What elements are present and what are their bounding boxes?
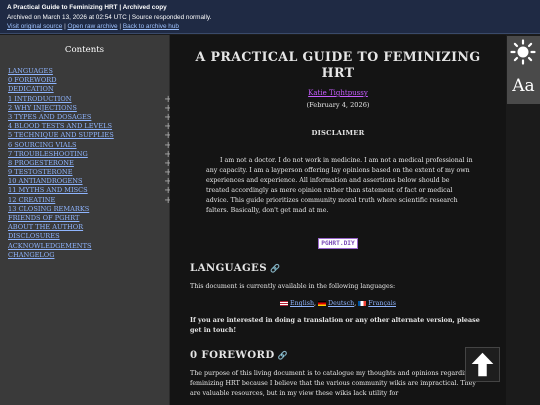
- toc-item: LANGUAGES: [8, 67, 169, 76]
- toc-link[interactable]: ACKNOWLEDGEMENTS: [8, 242, 92, 250]
- toc-item: ACKNOWLEDGEMENTS: [8, 242, 169, 251]
- visit-original-link[interactable]: Visit original source: [7, 23, 62, 30]
- toc-link[interactable]: 6 SOURCING VIALS: [8, 141, 77, 149]
- toc-item: 10 ANTIANDROGENS +: [8, 177, 172, 187]
- link-icon[interactable]: 🔗: [278, 351, 288, 360]
- toc-item: 4 BLOOD TESTS AND LEVELS +: [8, 122, 172, 132]
- language-list: English, Deutsch, Français: [190, 300, 486, 307]
- us-flag-icon: [280, 301, 289, 306]
- foreword-heading: 0 FOREWORD 🔗: [190, 349, 486, 361]
- font-size-button[interactable]: Aa: [507, 74, 540, 98]
- toc-link[interactable]: DEDICATION: [8, 85, 54, 93]
- toc-link[interactable]: 12 CREATINE: [8, 196, 55, 204]
- toc-item: 9 TESTOSTERONE +: [8, 168, 172, 178]
- translation-note: If you are interested in doing a transla…: [190, 316, 480, 334]
- foreword-heading-text: 0 FOREWORD: [190, 349, 275, 361]
- toc-item: 5 TECHNIQUE AND SUPPLIES +: [8, 131, 172, 141]
- toc-heading: Contents: [64, 45, 105, 55]
- back-to-hub-link[interactable]: Back to archive hub: [123, 23, 179, 30]
- disclaimer-heading: DISCLAIMER: [311, 129, 365, 137]
- author-line: Katie Tightpussy: [190, 89, 486, 97]
- link-icon[interactable]: 🔗: [270, 264, 280, 273]
- arrow-up-icon: [471, 352, 494, 377]
- language-link-francais[interactable]: Français: [368, 300, 396, 307]
- toc-item: 1 INTRODUCTION +: [8, 94, 172, 104]
- german-flag-icon: [318, 301, 327, 306]
- toc-link[interactable]: 5 TECHNIQUE AND SUPPLIES: [8, 131, 114, 139]
- article: A PRACTICAL GUIDE TO FEMINIZING HRT Kati…: [170, 35, 506, 405]
- toc-link[interactable]: 11 MYTHS AND MISCS: [8, 186, 88, 194]
- author-link[interactable]: Katie Tightpussy: [308, 89, 368, 97]
- languages-intro: This document is currently available in …: [190, 283, 396, 290]
- languages-heading-text: LANGUAGES: [190, 262, 267, 274]
- toc-link[interactable]: 1 INTRODUCTION: [8, 95, 72, 103]
- open-raw-archive-link[interactable]: Open raw archive: [68, 23, 118, 30]
- language-link-deutsch[interactable]: Deutsch: [328, 300, 354, 307]
- foreword-text: The purpose of this living document is t…: [190, 370, 476, 397]
- language-link-english[interactable]: English: [290, 300, 314, 307]
- toc-item: 7 TROUBLESHOOTING +: [8, 149, 172, 159]
- toc-link[interactable]: LANGUAGES: [8, 67, 53, 75]
- toc-link[interactable]: 8 PROGESTERONE: [8, 159, 74, 167]
- publish-date: (February 4, 2026): [306, 101, 370, 109]
- page-title: A PRACTICAL GUIDE TO FEMINIZING HRT: [195, 49, 481, 80]
- toc-link[interactable]: DISCLOSURES: [8, 232, 60, 240]
- pghrt-badge[interactable]: PGHRT.DIY: [318, 238, 358, 249]
- back-to-top-button[interactable]: [465, 347, 500, 382]
- toc-item: DISCLOSURES: [8, 232, 169, 241]
- toc-link[interactable]: CHANGELOG: [8, 251, 54, 259]
- disclaimer-text: I am not a doctor. I do not work in medi…: [206, 157, 473, 214]
- badge-wrap: PGHRT.DIY: [190, 230, 486, 249]
- toc-item: 2 WHY INJECTIONS +: [8, 103, 172, 113]
- banner-title: A Practical Guide to Feminizing HRT | Ar…: [7, 4, 167, 11]
- french-flag-icon: [358, 301, 367, 306]
- table-of-contents: Contents LANGUAGES 0 FOREWORD DEDICATION 1 …: [0, 35, 172, 405]
- toc-item: 0 FOREWORD: [8, 76, 169, 85]
- toc-link[interactable]: 0 FOREWORD: [8, 76, 56, 84]
- languages-heading: LANGUAGES 🔗: [190, 262, 486, 274]
- toc-link[interactable]: 4 BLOOD TESTS AND LEVELS: [8, 122, 112, 130]
- toc-link[interactable]: 10 ANTIANDROGENS: [8, 177, 83, 185]
- toc-item: CHANGELOG: [8, 251, 169, 260]
- toc-link[interactable]: 3 TYPES AND DOSAGES: [8, 113, 91, 121]
- toc-item: DEDICATION: [8, 85, 169, 94]
- toc-item: 11 MYTHS AND MISCS +: [8, 186, 172, 196]
- toc-item: FRIENDS OF PGHRT: [8, 214, 169, 223]
- toc-link[interactable]: 9 TESTOSTERONE: [8, 168, 73, 176]
- toc-item: 6 SOURCING VIALS +: [8, 140, 172, 150]
- toc-list: LANGUAGES 0 FOREWORD DEDICATION 1 INTRODUCT…: [8, 67, 172, 260]
- banner-archived-line: Archived on March 13, 2026 at 02:54 UTC …: [7, 13, 212, 21]
- toc-item: 8 PROGESTERONE +: [8, 158, 172, 168]
- toc-link[interactable]: ABOUT THE AUTHOR: [8, 223, 83, 231]
- archive-banner: A Practical Guide to Feminizing HRT | Ar…: [0, 0, 540, 34]
- sun-icon[interactable]: [510, 39, 536, 65]
- toc-link[interactable]: 13 CLOSING REMARKS: [8, 205, 89, 213]
- toc-item: 3 TYPES AND DOSAGES +: [8, 112, 172, 122]
- toc-link[interactable]: 7 TROUBLESHOOTING: [8, 150, 88, 158]
- toc-item: 12 CREATINE +: [8, 195, 172, 205]
- toc-item: ABOUT THE AUTHOR: [8, 223, 169, 232]
- toc-link[interactable]: FRIENDS OF PGHRT: [8, 214, 79, 222]
- toc-link[interactable]: 2 WHY INJECTIONS: [8, 104, 77, 112]
- reader-controls: Aa: [507, 36, 540, 104]
- banner-links: Visit original source | Open raw archive…: [7, 22, 533, 32]
- toc-item: 13 CLOSING REMARKS: [8, 205, 169, 214]
